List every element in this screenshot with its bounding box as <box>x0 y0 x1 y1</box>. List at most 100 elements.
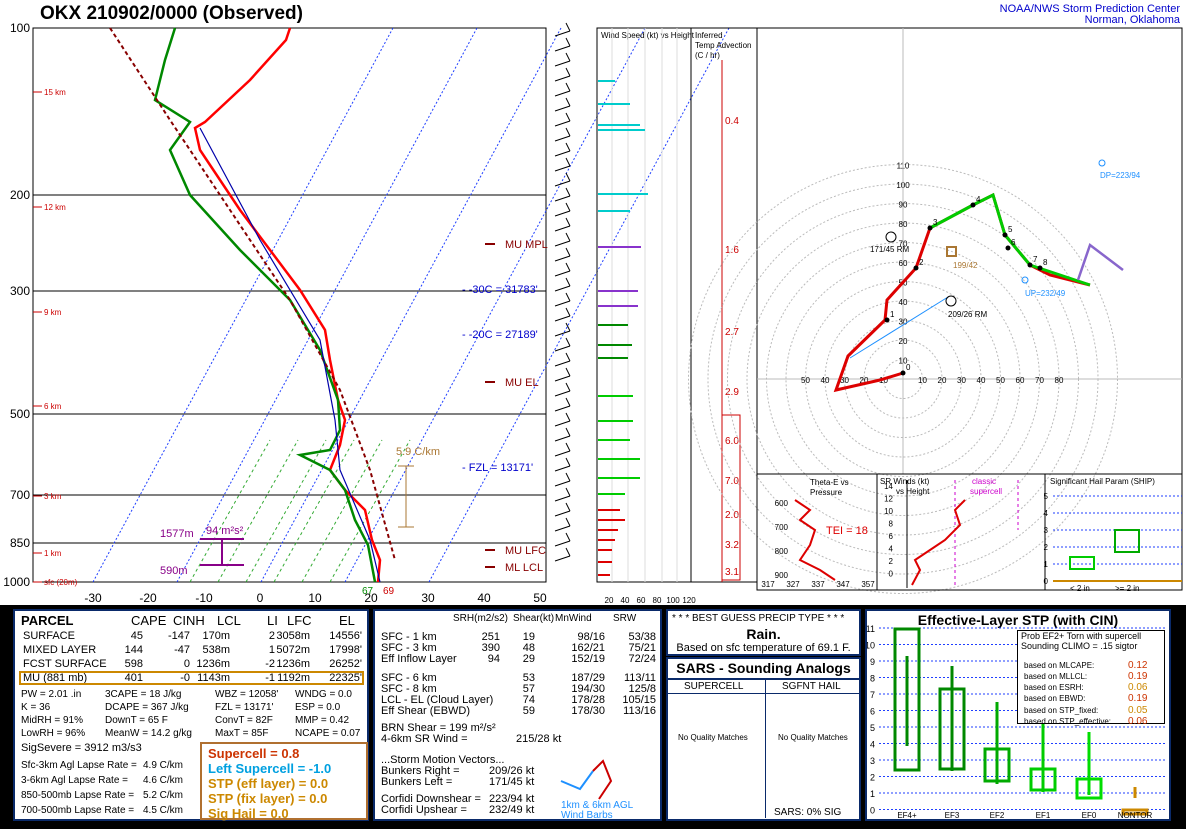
hodo-point <box>927 225 933 231</box>
srwind-y-tick: 14 <box>884 482 893 491</box>
wind-barb-flag <box>565 457 571 467</box>
ship-panel: Significant Hail Param (SHIP)5 4 3 2 1 0 < 2 i… <box>1044 477 1182 593</box>
hodo-point <box>913 265 919 271</box>
ship-y-tick: 1 <box>1044 560 1049 569</box>
wind-barb-flag <box>565 382 571 392</box>
barb-caption-2: Wind Barbs <box>561 810 613 821</box>
advection-title: Inferred <box>695 31 723 40</box>
hodo-x-label: 40 <box>977 376 986 385</box>
parcel-cell: 26252' <box>329 658 362 670</box>
parcel-index: MMP = 0.42 <box>295 715 350 726</box>
temperature-tick-label: 50 <box>533 591 547 605</box>
parcel-header-cell: CINH <box>173 613 205 628</box>
precip-pane: * * * BEST GUESS PRECIP TYPE * * * Rain.… <box>666 609 861 656</box>
wind-barbs <box>554 22 571 562</box>
parcel-pane: PARCEL CAPE CINH LCL LI LFC EL SURFACE 45 -147 17… <box>13 609 369 821</box>
parcel-index: DownT = 65 F <box>105 715 168 726</box>
srwind-title-2: vs Height <box>896 487 930 496</box>
hodo-point <box>884 317 890 323</box>
wind-barb-flag <box>565 97 571 107</box>
ws-tick: 80 <box>653 596 662 605</box>
parcel-cell: 598 <box>124 658 143 670</box>
parcel-index: 3CAPE = 18 J/kg <box>105 689 182 700</box>
stp-y-tick: 0 <box>870 806 875 816</box>
pressure-tick-label: 300 <box>10 284 30 298</box>
lapse-label: 3-6km Agl Lapse Rate = <box>21 775 129 786</box>
srwind-trace <box>911 499 966 586</box>
wind-barb <box>554 150 571 157</box>
layer-top-label: 1577m <box>160 528 194 540</box>
right-mover-label: 209/26 RM <box>948 310 987 319</box>
parcel-cell: -2 <box>265 658 275 670</box>
temperature-tick-label: -10 <box>195 591 213 605</box>
sars-pane: SARS - Sounding Analogs SUPERCELL SGFNT … <box>666 657 861 821</box>
ship-title: Significant Hail Param (SHIP) <box>1050 477 1155 486</box>
stp-y-tick: 8 <box>870 674 875 684</box>
wind-barb-flag <box>565 82 571 92</box>
parcel-cell: -47 <box>174 644 190 656</box>
wind-barb-flag <box>565 217 571 227</box>
hodo-x-label: 30 <box>957 376 966 385</box>
wind-barb <box>554 360 571 367</box>
stp-y-tick: 7 <box>870 690 875 700</box>
parcel-index: K = 36 <box>21 702 51 713</box>
kin-cell: 178/30 <box>571 705 605 717</box>
parcel-cell: 1236m <box>276 658 310 670</box>
skewt-frame <box>32 27 547 583</box>
hodo-trace-upper <box>1076 242 1124 281</box>
parcel-cell: 1236m <box>196 658 230 670</box>
corfidi-up-value: 232/49 kt <box>489 804 535 816</box>
srwind-y-tick: 6 <box>889 532 894 541</box>
parcel-cell: FCST SURFACE <box>23 658 107 670</box>
svg-text:Temp Advection: Temp Advection <box>695 41 751 50</box>
kin-header-cell: SRH(m2/s2) <box>453 613 509 624</box>
srwind-y-tick: 10 <box>884 507 893 516</box>
wind-barb-flag <box>565 532 571 542</box>
layer-value: 94 m²s² <box>206 525 244 537</box>
advection-bars: 0.41.62.72.96.07.02.03.23.1 <box>721 60 741 582</box>
srwind-y-tick: 12 <box>884 495 893 504</box>
stp-category: EF4+ <box>897 811 917 819</box>
wind-barb <box>554 390 571 397</box>
wind-barb-flag <box>565 52 571 62</box>
level-label: MU MPL <box>505 239 548 251</box>
wind-barb-flag <box>565 547 571 557</box>
parcel-header-cell: LFC <box>287 613 312 628</box>
hodograph: 10203040506070809010011050 40 30 20 10 10 20 30… <box>688 28 1182 594</box>
wind-barb-flag <box>565 487 571 497</box>
stp-prob-value: 0.06 <box>1128 716 1148 727</box>
stp-category: NONTOR <box>1118 811 1153 819</box>
wind-barb <box>554 210 571 217</box>
stp-prob-value: 0.19 <box>1128 671 1148 682</box>
parcel-header-cell: EL <box>339 613 355 628</box>
hodo-point-label: 5 <box>1008 225 1013 234</box>
lapse-label: Sfc-3km Agl Lapse Rate = <box>21 760 137 771</box>
parcel-index: DCAPE = 367 J/kg <box>105 702 189 713</box>
stp-y-tick: 9 <box>870 657 875 667</box>
wind-barb-flag <box>565 442 571 452</box>
level-label: MU LFC <box>505 545 546 557</box>
stp-category: EF3 <box>945 811 960 819</box>
stp-prob-value: 0.06 <box>1128 682 1148 693</box>
thetae-x-tick: 327 <box>786 580 800 589</box>
wind-barb-flag <box>565 502 571 512</box>
wind-barb <box>554 135 571 142</box>
pressure-tick-label: 700 <box>10 488 30 502</box>
ship-y-tick: 4 <box>1044 509 1049 518</box>
stp-prob-value: 0.19 <box>1128 693 1148 704</box>
wind-barb-flag <box>565 277 571 287</box>
stp-category: EF2 <box>990 811 1005 819</box>
corfidi-up-label: Corfidi Upshear = <box>381 804 467 816</box>
hodo-x-label: 10 <box>918 376 927 385</box>
height-label: 15 km <box>44 88 66 97</box>
stp-prob-label: based on MLLCL: <box>1024 672 1088 681</box>
parcel-index: MaxT = 85F <box>215 728 269 739</box>
wind-barb <box>554 420 571 427</box>
parcel-header-cell: PARCEL <box>21 613 74 628</box>
kin-cell: 94 <box>487 653 500 665</box>
temperature-tick-label: 0 <box>257 591 264 605</box>
parcel-cell: 170m <box>202 630 230 642</box>
wind-barb <box>554 195 571 202</box>
lapse-value: 4.6 C/km <box>143 775 184 786</box>
wind-speed-bars: 20 40 60 80 100 120 <box>598 28 696 605</box>
